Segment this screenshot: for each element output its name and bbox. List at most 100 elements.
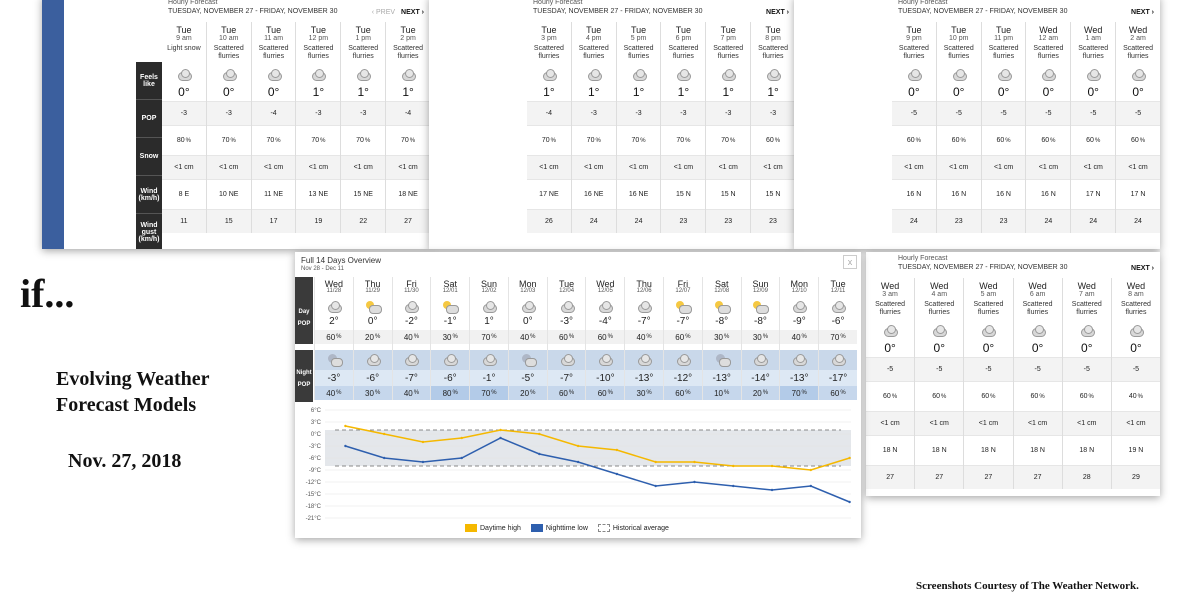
hour-time: 7 am bbox=[1078, 291, 1095, 298]
day-date: 12/05 bbox=[597, 288, 613, 294]
night-low: -13° bbox=[625, 370, 664, 386]
next-button[interactable]: NEXT › bbox=[766, 9, 789, 16]
hour-snow: <1 cm bbox=[1013, 411, 1062, 435]
hour-snow: <1 cm bbox=[341, 155, 386, 179]
hour-pop: 60% bbox=[1116, 125, 1160, 155]
hour-snow: <1 cm bbox=[661, 155, 706, 179]
night-pop: 30% bbox=[353, 386, 392, 400]
hour-temp: 0° bbox=[223, 85, 235, 99]
y-tick-label: -12°C bbox=[306, 480, 322, 486]
hour-day: Tue bbox=[541, 25, 557, 35]
hour-feels: -5 bbox=[1071, 101, 1116, 125]
hour-gust: 23 bbox=[936, 209, 981, 233]
hour-wind: 13 NE bbox=[296, 179, 341, 209]
cloud-icon bbox=[547, 350, 586, 370]
hour-gust: 27 bbox=[915, 465, 964, 489]
moon-cloud-icon bbox=[315, 350, 353, 370]
cloud-icon bbox=[509, 298, 547, 316]
hour-snow: <1 cm bbox=[964, 411, 1013, 435]
hour-condition: Scattered flurries bbox=[875, 301, 906, 316]
hour-feels: -5 bbox=[915, 357, 964, 381]
night-low: -12° bbox=[664, 370, 702, 386]
hour-feels: -5 bbox=[1116, 101, 1160, 125]
day-pop: 70% bbox=[470, 330, 508, 344]
cloud-snow-icon bbox=[866, 321, 914, 341]
hour-snow: <1 cm bbox=[706, 155, 751, 179]
day-date: 12/03 bbox=[520, 288, 536, 294]
hour-time: 9 am bbox=[176, 35, 192, 42]
cloud-snow-icon bbox=[892, 65, 936, 85]
night-low: -1° bbox=[470, 370, 508, 386]
day-column: Thu 11/29 0° 20% -6° 30% bbox=[352, 277, 392, 400]
cloud-icon bbox=[625, 350, 664, 370]
night-pop: 80% bbox=[431, 386, 470, 400]
hour-column: Tue 10 am Scattered flurries 0° -3 70% <1 cm 10… bbox=[205, 22, 251, 233]
day-column: Tue 12/11 -6° 70% -17° 60% bbox=[818, 277, 857, 400]
hourly-range: TUESDAY, NOVEMBER 27 - FRIDAY, NOVEMBER … bbox=[898, 264, 1068, 271]
cloud-snow-icon bbox=[617, 65, 661, 85]
hour-column: Tue 11 am Scattered flurries 0° -4 70% <1 cm 11… bbox=[250, 22, 296, 233]
hour-snow: <1 cm bbox=[162, 155, 206, 179]
hour-feels: -3 bbox=[296, 101, 341, 125]
hour-day: Tue bbox=[176, 25, 192, 35]
cloud-snow-icon bbox=[1112, 321, 1160, 341]
day-name: Mon bbox=[519, 279, 537, 289]
next-button[interactable]: NEXT › bbox=[1131, 265, 1154, 272]
cloud-icon bbox=[353, 350, 392, 370]
hour-column: Tue 8 pm Scattered flurries 1° -3 60% <1 cm 15 … bbox=[750, 22, 795, 233]
hourly-title: Hourly Forecast bbox=[898, 0, 948, 6]
next-button[interactable]: NEXT › bbox=[401, 9, 424, 16]
night-low: -13° bbox=[780, 370, 819, 386]
hour-column: Wed 2 am Scattered flurries 0° -5 60% <1 cm 17 … bbox=[1115, 22, 1160, 233]
hour-condition: Scattered flurries bbox=[1033, 45, 1064, 60]
hourly-title: Hourly Forecast bbox=[898, 255, 948, 262]
hour-gust: 27 bbox=[866, 465, 915, 489]
hour-feels: -3 bbox=[571, 101, 616, 125]
sun-cloud-icon bbox=[431, 298, 469, 316]
hour-condition: Scattered flurries bbox=[393, 45, 424, 60]
hour-pop: 70% bbox=[661, 125, 706, 155]
hour-time: 4 am bbox=[931, 291, 948, 298]
night-low: -17° bbox=[819, 370, 857, 386]
prev-button[interactable]: ‹ PREV bbox=[372, 9, 395, 16]
day-pop: 40% bbox=[392, 330, 431, 344]
night-pop: 20% bbox=[508, 386, 547, 400]
day-name: Sun bbox=[752, 279, 769, 289]
cloud-icon bbox=[625, 298, 663, 316]
hourly-columns: Tue 3 pm Scattered flurries 1° -4 70% <1 cm 17 … bbox=[527, 22, 795, 233]
daytime-point bbox=[732, 464, 735, 468]
hour-wind: 16 NE bbox=[571, 179, 616, 209]
hour-time: 1 pm bbox=[355, 35, 371, 42]
hour-gust: 11 bbox=[162, 209, 206, 233]
next-button[interactable]: NEXT › bbox=[1131, 9, 1154, 16]
hour-feels: -4 bbox=[527, 101, 571, 125]
hour-pop: 60% bbox=[915, 381, 964, 411]
hour-condition: Scattered flurries bbox=[578, 45, 609, 60]
day-name: Wed bbox=[324, 279, 344, 289]
cloud-icon bbox=[470, 298, 508, 316]
hour-temp: 1° bbox=[677, 85, 690, 99]
hour-gust: 23 bbox=[751, 209, 795, 233]
hourly-panel-1: Hourly Forecast TUESDAY, NOVEMBER 27 - F… bbox=[42, 0, 430, 249]
hour-gust: 24 bbox=[571, 209, 616, 233]
hour-wind: 17 N bbox=[1116, 179, 1160, 209]
hour-gust: 24 bbox=[1116, 209, 1160, 233]
hour-temp: 0° bbox=[1132, 85, 1144, 99]
y-tick-label: 6°C bbox=[311, 408, 322, 414]
cloud-snow-icon bbox=[572, 65, 616, 85]
hour-day: Wed bbox=[930, 281, 949, 291]
y-tick-label: -9°C bbox=[309, 468, 322, 474]
hour-wind: 18 NE bbox=[386, 179, 430, 209]
day-column: Thu 12/06 -7° 40% -13° 30% bbox=[624, 277, 664, 400]
hour-column: Wed 7 am Scattered flurries 0° -5 60% <1 cm 18 … bbox=[1061, 278, 1111, 489]
night-low: -6° bbox=[431, 370, 470, 386]
hourly-header: Hourly Forecast TUESDAY, NOVEMBER 27 - F… bbox=[527, 0, 795, 22]
night-pop: 60% bbox=[819, 386, 857, 400]
hour-column: Tue 1 pm Scattered flurries 1° -3 70% <1 cm 15 … bbox=[340, 22, 386, 233]
day-name: Sat bbox=[714, 279, 729, 289]
hour-day: Wed bbox=[1028, 281, 1047, 291]
hour-column: Tue 11 pm Scattered flurries 0° -5 60% <1 cm 16… bbox=[980, 22, 1026, 233]
close-button[interactable]: x bbox=[843, 255, 857, 269]
hour-gust: 27 bbox=[386, 209, 430, 233]
hour-condition: Scattered flurries bbox=[303, 45, 334, 60]
